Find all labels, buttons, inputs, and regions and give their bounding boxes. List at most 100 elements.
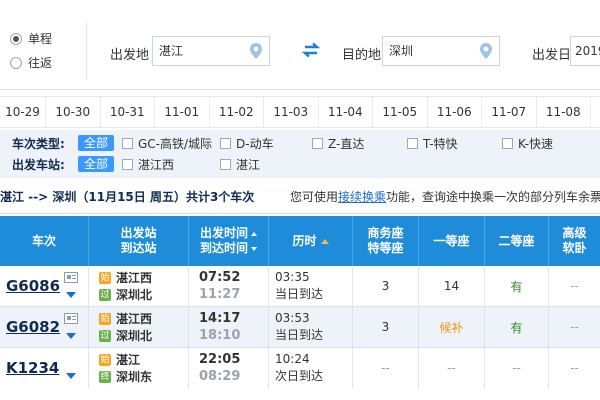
start-tag-icon: 始: [99, 271, 111, 284]
train-type-all-button[interactable]: 全部: [78, 135, 115, 151]
location-pin-icon[interactable]: [479, 42, 493, 60]
date-tab[interactable]: 11-02: [210, 97, 264, 127]
date-tab[interactable]: 11-04: [319, 97, 373, 127]
date-tab[interactable]: 11-07: [482, 97, 537, 127]
to-station-input[interactable]: 深圳: [382, 36, 500, 66]
arrive-station: 过深圳北: [99, 327, 188, 344]
date-tab[interactable]: 11-08: [537, 97, 591, 127]
soft-sleeper-cell: --: [548, 266, 600, 306]
second-seat-cell[interactable]: 有: [484, 266, 548, 306]
second-seat-cell[interactable]: 有: [484, 307, 548, 347]
pass-tag-icon: 过: [99, 329, 111, 342]
first-seat-cell[interactable]: 候补: [418, 307, 484, 347]
arrive-station-name: 深圳北: [116, 329, 153, 343]
station-zhanjiang-checkbox[interactable]: 湛江: [220, 156, 260, 173]
trip-round-label: 往返: [28, 56, 53, 70]
trip-one-way-radio[interactable]: 单程: [10, 30, 52, 47]
trip-one-way-label: 单程: [28, 32, 53, 46]
depart-time: 14:17: [199, 311, 241, 326]
col-time-sort[interactable]: 出发时间 到达时间: [188, 216, 268, 266]
type-k-label: K-快速: [518, 136, 553, 151]
date-tab[interactable]: 11-06: [428, 97, 482, 127]
train-cell: K1234: [0, 348, 88, 388]
radio-selected-icon: [10, 32, 22, 45]
type-d-checkbox[interactable]: D-动车: [220, 135, 274, 152]
train-type-label: 车次类型:: [12, 136, 65, 151]
soft-sleeper-value: --: [570, 279, 579, 293]
col-premium-label: 特等座: [367, 241, 404, 255]
type-d-label: D-动车: [236, 136, 274, 151]
checkbox-icon: [312, 137, 323, 149]
second-seat-value: 有: [510, 279, 523, 294]
location-pin-icon[interactable]: [249, 42, 263, 60]
depart-time: 22:05: [199, 352, 241, 367]
date-tab[interactable]: 10-30: [46, 97, 101, 127]
arrive-time: 11:27: [199, 287, 241, 302]
station-zhanjiangxi-checkbox[interactable]: 湛江西: [122, 156, 174, 173]
business-seat-cell[interactable]: 3: [352, 266, 418, 306]
id-card-icon: [64, 313, 78, 324]
arrive-day: 当日到达: [275, 287, 324, 301]
expand-stops-icon[interactable]: [66, 292, 76, 298]
expand-stops-icon[interactable]: [66, 373, 76, 379]
first-seat-value: --: [447, 361, 456, 375]
col-business: 商务座 特等座: [352, 216, 418, 266]
type-t-checkbox[interactable]: T-特快: [407, 135, 458, 152]
station-zhanjiangxi-label: 湛江西: [138, 157, 175, 172]
date-tab[interactable]: 10-31: [101, 97, 155, 127]
waitlist-link[interactable]: 候补: [439, 319, 463, 336]
transfer-hint: 您可使用接续换乘功能，查询途中换乘一次的部分列车余票: [290, 180, 600, 213]
arrive-station: 过深圳北: [99, 286, 188, 303]
col-arrive-time: 到达时间: [200, 241, 257, 256]
train-cell: G6086: [0, 266, 88, 306]
arrive-day: 次日到达: [275, 369, 324, 383]
checkbox-icon: [502, 137, 513, 149]
business-seat-value: --: [381, 361, 390, 375]
station-cell: 始湛江西 过深圳北: [88, 266, 188, 306]
depart-station-name: 湛江: [116, 353, 141, 367]
date-tab[interactable]: 11-01: [155, 97, 210, 127]
date-tab[interactable]: 11-05: [373, 97, 428, 127]
col-duration-sort[interactable]: 历时: [268, 216, 352, 266]
table-row: G6086 始湛江西 过深圳北 07:52 11:27 03:35 当日到达 3…: [0, 266, 600, 307]
type-k-checkbox[interactable]: K-快速: [502, 135, 553, 152]
sort-down-icon[interactable]: [251, 246, 257, 251]
checkbox-icon: [122, 158, 133, 170]
col-soft-label-1: 高级: [562, 226, 587, 240]
station-all-button[interactable]: 全部: [78, 156, 115, 172]
col-depart-station-label: 出发站: [120, 226, 157, 240]
transfer-link[interactable]: 接续换乘: [338, 190, 386, 204]
hint-text-pre: 您可使用: [290, 190, 339, 204]
date-input[interactable]: 2019: [570, 36, 600, 66]
date-value: 2019: [575, 44, 600, 58]
id-card-icon: [64, 272, 78, 283]
type-z-checkbox[interactable]: Z-直达: [312, 135, 364, 152]
business-seat-cell[interactable]: 3: [352, 307, 418, 347]
table-header: 车次 出发站 到达站 出发时间 到达时间 历时 商务座 特等座 一等座 二等座 …: [0, 216, 600, 266]
swap-stations-icon[interactable]: [302, 42, 320, 58]
type-z-label: Z-直达: [328, 136, 365, 151]
checkbox-icon: [122, 137, 133, 149]
col-second-label: 二等座: [498, 233, 535, 248]
first-seat-value: 14: [443, 279, 460, 293]
route-summary: 湛江 --> 深圳（11月15日 周五）共计3个车次: [0, 190, 255, 204]
soft-sleeper-value: --: [570, 320, 579, 334]
arrive-day: 当日到达: [275, 328, 324, 342]
station-cell: 始湛江西 过深圳北: [88, 307, 188, 347]
type-gc-checkbox[interactable]: GC-高铁/城际: [122, 135, 212, 152]
start-tag-icon: 始: [99, 353, 111, 366]
trip-round-radio[interactable]: 往返: [10, 54, 52, 71]
duration-cell: 03:53 当日到达: [268, 307, 352, 347]
col-soft-label-2: 软卧: [562, 241, 587, 255]
arrive-time: 08:29: [199, 369, 241, 384]
from-station-input[interactable]: 湛江: [152, 36, 270, 66]
expand-stops-icon[interactable]: [66, 333, 76, 339]
sort-up-icon[interactable]: [320, 238, 329, 244]
date-tab[interactable]: 11-03: [264, 97, 319, 127]
checkbox-icon: [407, 137, 418, 149]
soft-sleeper-cell: --: [548, 348, 600, 388]
first-seat-cell[interactable]: 14: [418, 266, 484, 306]
date-tab[interactable]: 10-29: [0, 97, 46, 127]
sort-up-icon[interactable]: [251, 231, 257, 236]
col-arrive-station-label: 到达站: [120, 241, 157, 255]
